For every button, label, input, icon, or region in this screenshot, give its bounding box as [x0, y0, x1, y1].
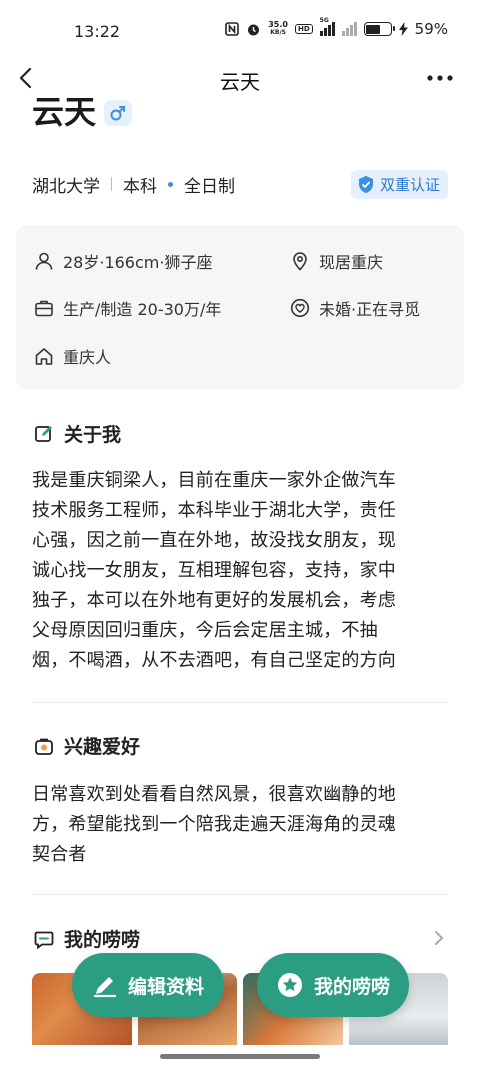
hd-tag: HD — [294, 24, 313, 34]
location-pin-icon — [293, 252, 307, 271]
hometown-text: 重庆人 — [63, 348, 112, 367]
info-marital: 未婚·正在寻觅 — [290, 296, 420, 320]
profile-name: 云天 — [32, 96, 97, 131]
nfc-icon — [225, 22, 240, 36]
nav-bar: 云天 — [0, 62, 480, 96]
status-icons: 35.0 KB/S HD 5G 59% — [225, 17, 448, 38]
about-heading-text: 关于我 — [64, 424, 122, 446]
battery-fill — [366, 24, 380, 34]
hobbies-section-heading: 兴趣爱好 — [34, 732, 140, 759]
about-line: 心强，因之前一直在外地，故没找女朋友，现 — [32, 530, 396, 551]
shield-check-icon — [358, 175, 373, 193]
education-row: 湖北大学 本科 全日制 双重认证 — [32, 168, 448, 200]
degree: 本科 — [123, 176, 157, 197]
my-posts-button[interactable]: 我的唠唠 — [257, 953, 409, 1017]
posts-section-heading[interactable]: 我的唠唠 — [34, 925, 140, 952]
section-divider — [32, 702, 448, 703]
status-time: 13:22 — [74, 22, 121, 41]
school: 湖北大学 — [32, 176, 100, 197]
about-section-heading: 关于我 — [34, 420, 121, 447]
hobbies-line: 方，希望能找到一个陪我走遍天涯海角的灵魂 — [32, 814, 396, 835]
hobbies-line: 日常喜欢到处看看自然风景，很喜欢幽静的地 — [32, 784, 396, 805]
basic-info-card: 28岁·166cm·狮子座 现居重庆 生产/制造 20-30万/年 未婚·正在寻… — [16, 225, 464, 390]
alarm-icon — [248, 24, 260, 35]
study-mode: 全日制 — [184, 176, 235, 197]
verify-label: 双重认证 — [379, 175, 440, 194]
job-income-text: 生产/制造 20-30万/年 — [63, 300, 222, 319]
info-hometown: 重庆人 — [34, 344, 111, 368]
marital-text: 未婚·正在寻觅 — [319, 300, 421, 319]
home-icon — [35, 348, 53, 365]
age-height-sign-text: 28岁·166cm·狮子座 — [63, 253, 213, 272]
speed-unit: KB/S — [270, 29, 286, 36]
hobbies-heading-text: 兴趣爱好 — [64, 736, 141, 758]
about-line: 烟，不喝酒，从不去酒吧，有自己坚定的方向 — [32, 650, 396, 671]
about-line: 诚心找一女朋友，互相理解包容，支持，家中 — [32, 560, 396, 581]
person-icon — [35, 252, 53, 270]
edit-note-icon — [35, 425, 52, 442]
star-badge-icon — [277, 973, 302, 997]
about-text: 我是重庆铜梁人，目前在重庆一家外企做汽车 技术服务工程师，本科毕业于湖北大学，责… — [32, 466, 444, 676]
posts-heading-text: 我的唠唠 — [64, 929, 141, 951]
battery-icon — [363, 22, 395, 36]
more-dots-icon[interactable] — [424, 66, 456, 90]
status-bar: 13:22 35.0 KB/S HD 5G 59% — [0, 0, 480, 62]
male-icon — [104, 100, 133, 126]
battery-percent: 59% — [414, 20, 448, 38]
page-title: 云天 — [220, 70, 260, 94]
speed-value: 35.0 — [268, 20, 288, 29]
briefcase-icon — [35, 300, 53, 317]
net-tag: 5G — [319, 17, 329, 24]
hobby-bag-icon — [35, 738, 53, 755]
about-line: 我是重庆铜梁人，目前在重庆一家外企做汽车 — [32, 470, 396, 491]
signal-bars-icon — [319, 22, 335, 36]
verify-badge[interactable]: 双重认证 — [350, 169, 448, 199]
info-age-height-sign: 28岁·166cm·狮子座 — [34, 249, 212, 273]
home-indicator[interactable] — [160, 1054, 320, 1059]
info-residence: 现居重庆 — [290, 249, 383, 273]
edit-profile-label: 编辑资料 — [127, 975, 204, 998]
dot-separator — [168, 181, 173, 187]
divider — [111, 177, 112, 191]
section-divider — [32, 894, 448, 895]
info-job-income: 生产/制造 20-30万/年 — [34, 296, 221, 320]
chat-bubble-icon — [34, 931, 54, 949]
signal-bars-secondary-icon — [341, 22, 357, 36]
chevron-right-icon[interactable] — [432, 929, 446, 947]
hobbies-line: 契合者 — [32, 844, 87, 865]
my-posts-label: 我的唠唠 — [313, 975, 390, 998]
hobbies-text: 日常喜欢到处看看自然风景，很喜欢幽静的地 方，希望能找到一个陪我走遍天涯海角的灵… — [32, 780, 444, 870]
residence-text: 现居重庆 — [319, 253, 384, 272]
signal-5g: 5G — [319, 17, 335, 36]
edit-profile-button[interactable]: 编辑资料 — [72, 953, 224, 1017]
about-line: 独子，本可以在外地有更好的发展机会，考虑 — [32, 590, 396, 611]
charging-icon — [398, 22, 408, 36]
network-speed: 35.0 KB/S — [268, 21, 288, 37]
about-line: 父母原因回归重庆，今后会定居主城，不抽 — [32, 620, 378, 641]
pencil-icon — [93, 977, 117, 998]
profile-name-row: 云天 — [32, 96, 133, 136]
heart-circle-icon — [290, 298, 310, 318]
about-line: 技术服务工程师，本科毕业于湖北大学，责任 — [32, 500, 396, 521]
